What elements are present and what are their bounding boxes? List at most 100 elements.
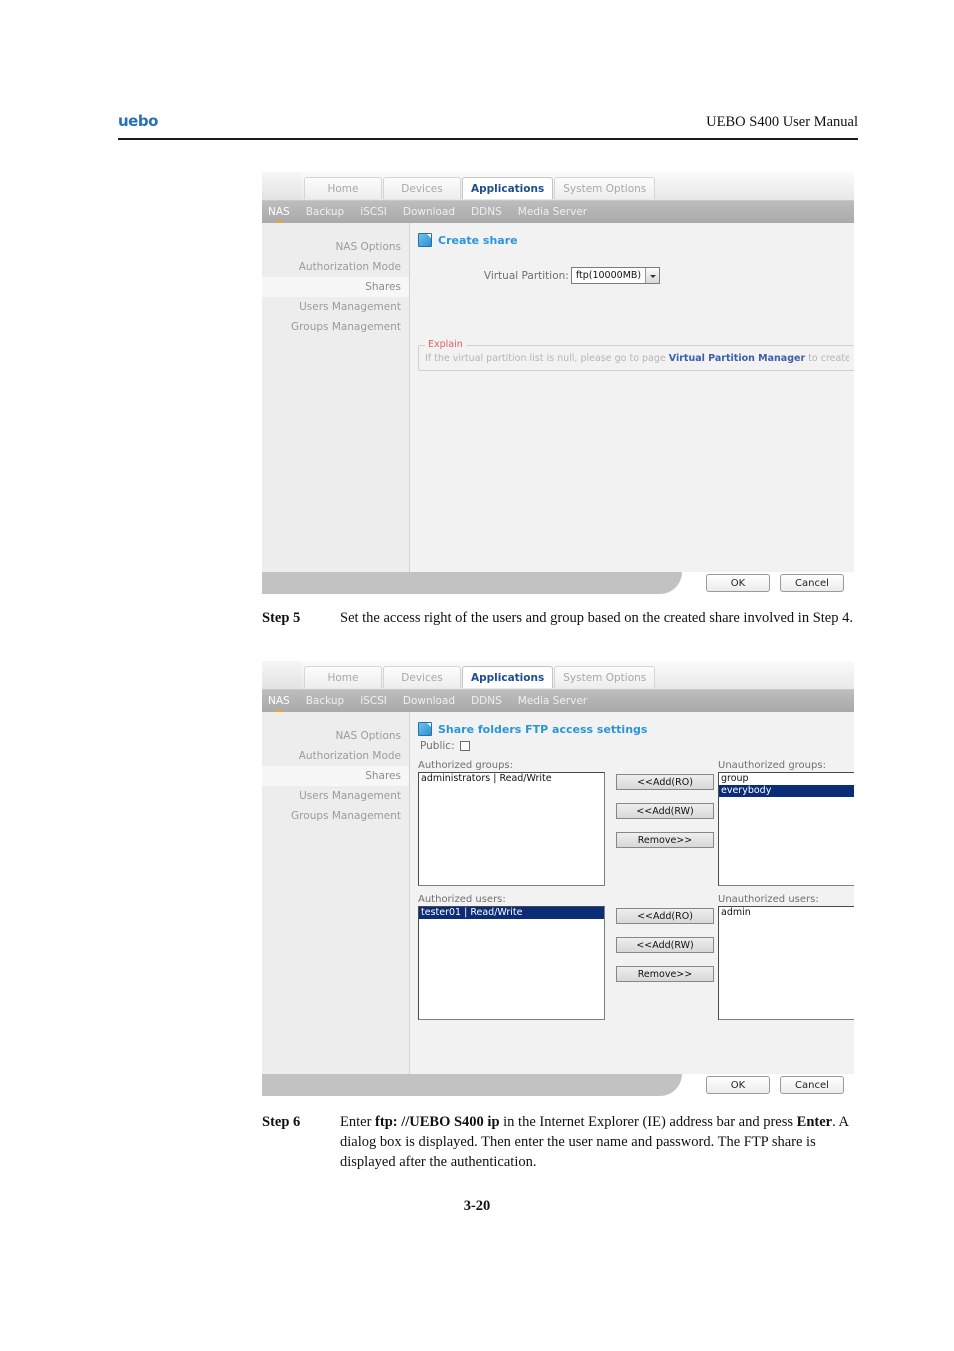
tab-home[interactable]: Home (304, 177, 382, 199)
subnav-item-media-server-2[interactable]: Media Server (518, 695, 587, 707)
step-6-part-2: in the Internet Explorer (IE) address ba… (499, 1114, 797, 1130)
virtual-partition-select[interactable]: ftp(10000MB) (570, 267, 661, 284)
tab-devices[interactable]: Devices (383, 177, 461, 199)
virtual-partition-value: ftp(10000MB) (575, 270, 642, 281)
subnav-item-backup[interactable]: Backup (306, 206, 345, 218)
sidebar-item-users-management[interactable]: Users Management (262, 297, 409, 317)
footer-buttons-1: OK Cancel (706, 574, 844, 592)
virtual-partition-manager-link[interactable]: Virtual Partition Manager (669, 353, 805, 364)
groups-transfer-buttons: <<Add(RO) <<Add(RW) Remove>> (616, 774, 714, 848)
authorized-users-list[interactable]: tester01 | Read/Write (418, 906, 605, 1020)
public-row: Public: (420, 740, 854, 752)
list-item[interactable]: admin (719, 907, 854, 919)
users-transfer-buttons: <<Add(RO) <<Add(RW) Remove>> (616, 908, 714, 982)
tab-system-options-2[interactable]: System Options (554, 666, 656, 688)
page-window-icon-2 (418, 722, 432, 736)
subnav-item-iscsi-2[interactable]: iSCSI (360, 695, 387, 707)
sidebar-item-shares[interactable]: Shares (262, 277, 409, 297)
step-5-part-0: Set the access right of the users and gr… (340, 610, 853, 626)
page-window-icon (418, 233, 432, 247)
groups-section: Authorized groups: administrators | Read… (418, 760, 854, 888)
sidebar-item-authorization-mode[interactable]: Authorization Mode (262, 257, 409, 277)
authorized-users-label: Authorized users: (418, 894, 506, 905)
sidebar-item-nas-options-2[interactable]: NAS Options (262, 726, 409, 746)
subnav-item-ddns-2[interactable]: DDNS (471, 695, 502, 707)
sidebar-item-authorization-mode-2[interactable]: Authorization Mode (262, 746, 409, 766)
subnav-item-ddns[interactable]: DDNS (471, 206, 502, 218)
users-remove-button[interactable]: Remove>> (616, 966, 714, 982)
tab-system-options[interactable]: System Options (554, 177, 656, 199)
sidebar-item-shares-2[interactable]: Shares (262, 766, 409, 786)
sidebar-2: NAS Options Authorization Mode Shares Us… (262, 712, 410, 1074)
list-item[interactable]: group (719, 773, 854, 785)
tab-applications-2[interactable]: Applications (462, 666, 554, 688)
sidebar-item-groups-management[interactable]: Groups Management (262, 317, 409, 337)
groups-remove-button[interactable]: Remove>> (616, 832, 714, 848)
virtual-partition-row: Virtual Partition: ftp(10000MB) (410, 267, 854, 284)
panel-footer-1: OK Cancel (262, 572, 854, 599)
subnav-item-backup-2[interactable]: Backup (306, 695, 345, 707)
document-header: uebo UEBO S400 User Manual (118, 112, 858, 140)
tab-applications[interactable]: Applications (462, 177, 554, 199)
create-share-header: Create share (418, 233, 854, 247)
create-share-title: Create share (438, 233, 518, 247)
sidebar-item-nas-options[interactable]: NAS Options (262, 237, 409, 257)
groups-add-ro-button[interactable]: <<Add(RO) (616, 774, 714, 790)
sub-navigation-2: NAS Backup iSCSI Download DDNS Media Ser… (262, 690, 854, 715)
users-section: Authorized users: tester01 | Read/Write … (418, 894, 854, 1022)
unauthorized-groups-list[interactable]: group everybody (718, 772, 854, 886)
groups-add-rw-button[interactable]: <<Add(RW) (616, 803, 714, 819)
subnav-item-iscsi[interactable]: iSCSI (360, 206, 387, 218)
footer-bar-1 (262, 572, 682, 594)
cancel-button-2[interactable]: Cancel (780, 1076, 844, 1094)
sidebar-item-users-management-2[interactable]: Users Management (262, 786, 409, 806)
users-add-rw-button[interactable]: <<Add(RW) (616, 937, 714, 953)
step-6-part-0: Enter (340, 1114, 376, 1130)
explain-box: Explain If the virtual partition list is… (418, 339, 854, 371)
cancel-button-1[interactable]: Cancel (780, 574, 844, 592)
ok-button-1[interactable]: OK (706, 574, 770, 592)
footer-bar-2 (262, 1074, 682, 1096)
top-tabbar-2: Home Devices Applications System Options (262, 661, 854, 690)
public-label: Public: (420, 740, 455, 752)
ftp-access-title: Share folders FTP access settings (438, 722, 648, 736)
subnav-item-media-server[interactable]: Media Server (518, 206, 587, 218)
sidebar-item-groups-management-2[interactable]: Groups Management (262, 806, 409, 826)
top-tabbar-1: Home Devices Applications System Options (262, 172, 854, 201)
tab-devices-2[interactable]: Devices (383, 666, 461, 688)
unauthorized-groups-label: Unauthorized groups: (718, 760, 826, 771)
unauthorized-users-list[interactable]: admin (718, 906, 854, 1020)
subnav-item-nas-2[interactable]: NAS (268, 695, 290, 715)
uebo-logo: uebo (118, 112, 158, 130)
step-6-part-3: Enter (796, 1114, 833, 1130)
footer-buttons-2: OK Cancel (706, 1076, 844, 1094)
users-add-ro-button[interactable]: <<Add(RO) (616, 908, 714, 924)
subnav-item-nas[interactable]: NAS (268, 206, 290, 226)
tab-list-2: Home Devices Applications System Options (304, 666, 656, 688)
step-5-text: Set the access right of the users and gr… (340, 608, 862, 628)
chevron-down-icon[interactable] (645, 268, 660, 283)
content-ftp-access: Share folders FTP access settings Public… (410, 712, 854, 1074)
subnav-item-download[interactable]: Download (403, 206, 455, 218)
step-5: Step 5 Set the access right of the users… (262, 608, 862, 628)
list-item[interactable]: everybody (719, 785, 854, 797)
public-checkbox[interactable] (459, 741, 470, 751)
screenshot-create-share: Home Devices Applications System Options… (262, 172, 854, 599)
subnav-item-download-2[interactable]: Download (403, 695, 455, 707)
step-6-part-1: ftp: //UEBO S400 ip (375, 1114, 500, 1130)
list-item[interactable]: administrators | Read/Write (419, 773, 604, 785)
virtual-partition-label: Virtual Partition: (483, 269, 569, 282)
list-item[interactable]: tester01 | Read/Write (419, 907, 604, 919)
authorized-groups-list[interactable]: administrators | Read/Write (418, 772, 605, 886)
panel-body-1: NAS Options Authorization Mode Shares Us… (262, 223, 854, 572)
explain-text-after: to create a virtual (808, 353, 849, 364)
ok-button-2[interactable]: OK (706, 1076, 770, 1094)
panel-body-2: NAS Options Authorization Mode Shares Us… (262, 712, 854, 1074)
explain-text: If the virtual partition list is null, p… (425, 350, 849, 364)
tab-home-2[interactable]: Home (304, 666, 382, 688)
step-5-label: Step 5 (262, 610, 301, 626)
step-6-label: Step 6 (262, 1114, 301, 1130)
ftp-access-header: Share folders FTP access settings (418, 722, 854, 736)
sidebar-1: NAS Options Authorization Mode Shares Us… (262, 223, 410, 572)
unauthorized-users-label: Unauthorized users: (718, 894, 819, 905)
